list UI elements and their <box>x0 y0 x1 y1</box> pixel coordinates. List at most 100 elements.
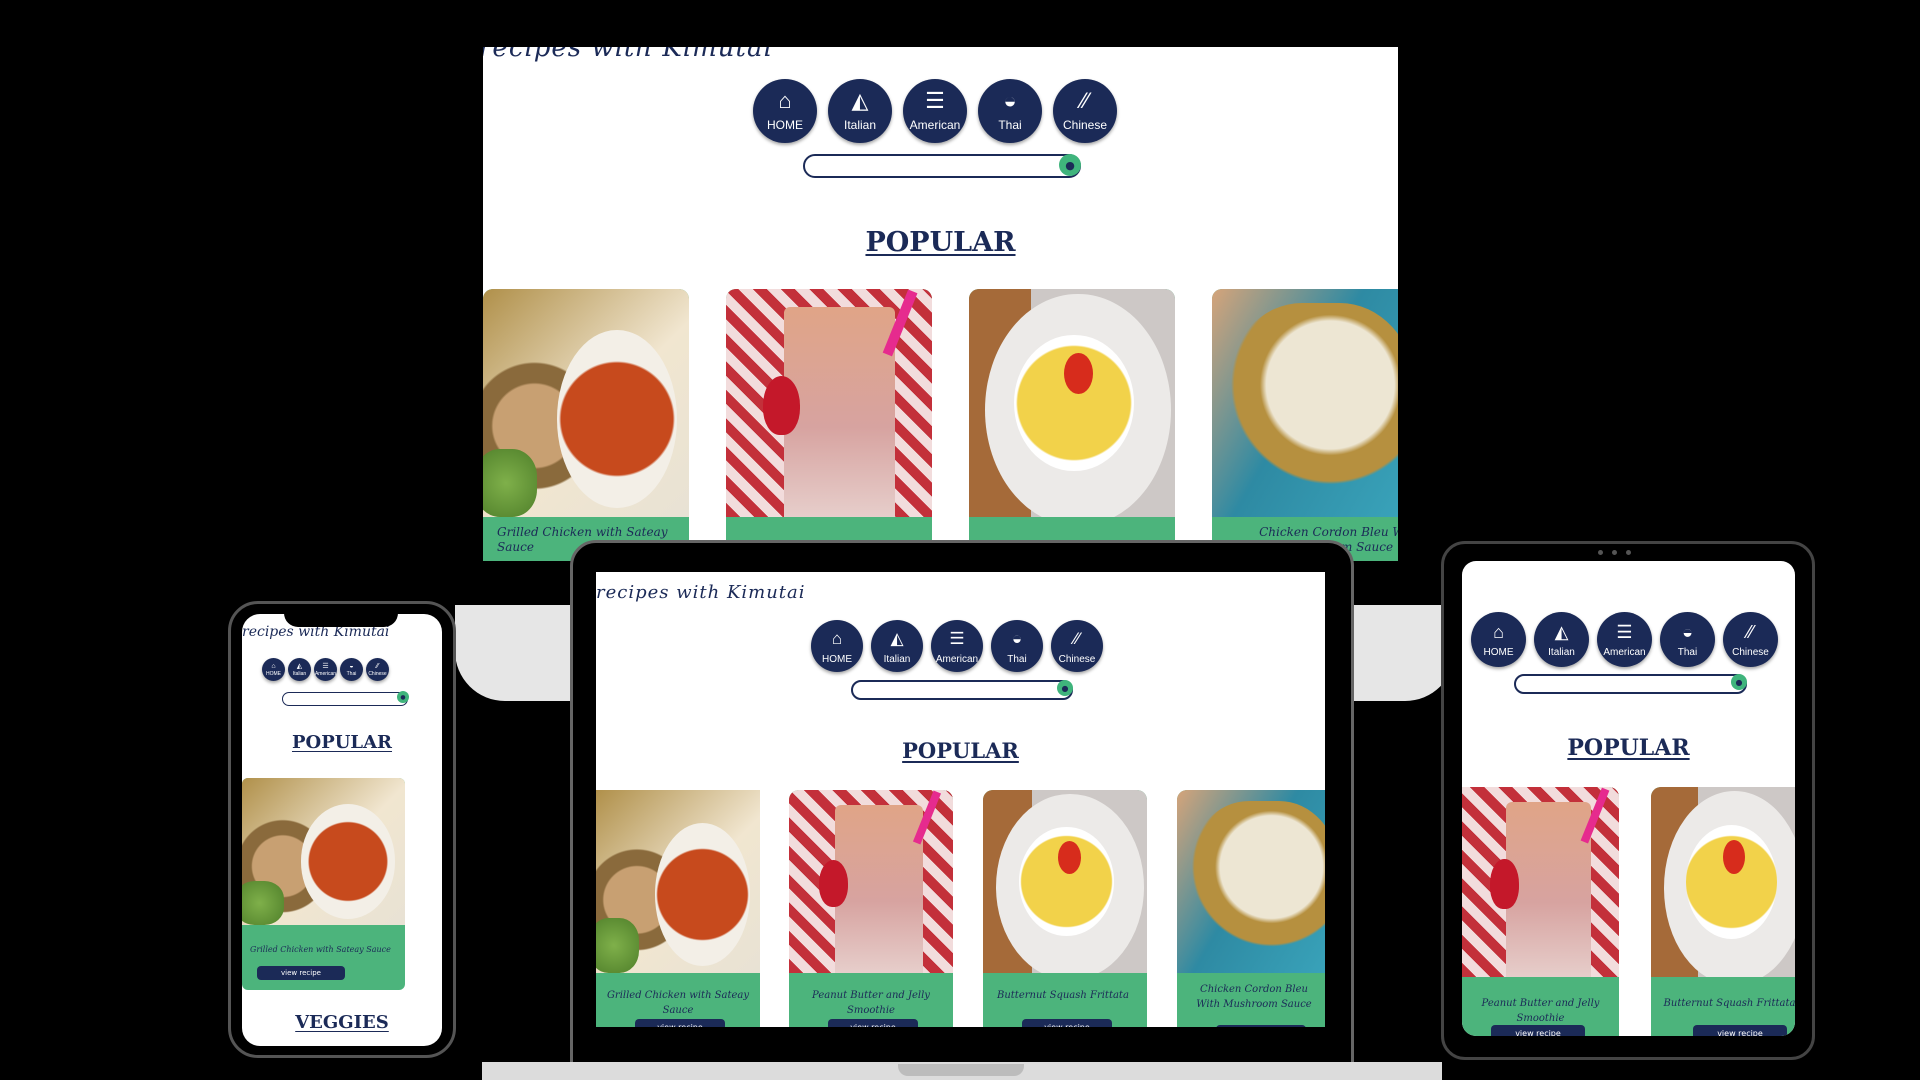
recipe-card[interactable]: Chicken Cordon Bleu With Mushroom Sauce … <box>1177 790 1325 1027</box>
laptop-notch <box>898 1064 1024 1076</box>
popular-heading: POPULAR <box>291 732 393 753</box>
phone-screen: recipes with Kimutai ⌂ HOME ◭ Italian ☰ Ame… <box>242 614 442 1046</box>
category-nav: ⌂ HOME ◭ Italian ☰ American ◒ Thai ⁄⁄ Chinese <box>262 658 389 681</box>
pizza-icon: ◭ <box>851 88 869 113</box>
desktop-site: recipes with Kimutai ⌂ HOME ◭ Italian ☰ Ame… <box>483 47 1398 561</box>
search-input[interactable]: ● <box>851 680 1073 700</box>
nav-american[interactable]: ☰ American <box>314 658 337 681</box>
nav-thai-label: Thai <box>346 670 357 677</box>
nav-chinese[interactable]: ⁄⁄ Chinese <box>1053 79 1117 143</box>
nav-home-label: HOME <box>266 670 281 677</box>
nav-american[interactable]: ☰ American <box>1597 612 1652 667</box>
tablet-sensor <box>1612 550 1617 555</box>
nav-italian[interactable]: ◭ Italian <box>828 79 892 143</box>
recipe-card[interactable]: Grilled Chicken with Sateay Sauce view r… <box>596 790 760 1027</box>
noodle-bowl-icon: ◒ <box>1011 628 1023 648</box>
pizza-icon: ◭ <box>1554 622 1569 642</box>
nav-chinese[interactable]: ⁄⁄ Chinese <box>1723 612 1778 667</box>
search-icon: ● <box>1065 158 1075 172</box>
recipe-image[interactable] <box>596 790 760 973</box>
search-input[interactable]: ● <box>803 154 1081 178</box>
chopsticks-icon: ⁄⁄ <box>1074 628 1080 648</box>
search-button[interactable]: ● <box>1057 680 1073 696</box>
recipe-card[interactable] <box>969 289 1175 561</box>
nav-chinese-label: Chinese <box>1732 647 1769 658</box>
view-recipe-button[interactable]: view recipe <box>1216 1025 1306 1027</box>
burger-icon: ☰ <box>925 88 945 113</box>
nav-thai[interactable]: ◒ Thai <box>1660 612 1715 667</box>
nav-italian-label: Italian <box>883 653 911 665</box>
nav-american[interactable]: ☰ American <box>931 620 983 672</box>
view-recipe-button[interactable]: view recipe <box>257 966 345 980</box>
search-button[interactable]: ● <box>1731 674 1747 690</box>
recipe-card[interactable] <box>726 289 932 561</box>
nav-home-label: HOME <box>822 653 852 665</box>
category-nav: ⌂ HOME ◭ Italian ☰ American ◒ Thai ⁄⁄ Chinese <box>753 79 1117 143</box>
view-recipe-button[interactable]: view recipe <box>635 1019 725 1027</box>
home-icon: ⌂ <box>778 88 792 113</box>
nav-home[interactable]: ⌂ HOME <box>1471 612 1526 667</box>
recipe-card[interactable]: Grilled Chicken with Sateay Sauce <box>483 289 689 561</box>
home-icon: ⌂ <box>831 628 843 648</box>
nav-american-label: American <box>935 653 979 665</box>
recipe-card[interactable]: Butternut Squash Frittata view recipe <box>983 790 1147 1027</box>
recipe-card[interactable]: Peanut Butter and Jelly Smoothie view re… <box>1462 787 1619 1036</box>
recipe-image[interactable] <box>789 790 953 973</box>
recipe-card[interactable]: Chicken Cordon Bleu With Mushroom Sauce <box>1212 289 1398 561</box>
view-recipe-button[interactable]: view recipe <box>828 1019 918 1027</box>
recipe-card[interactable]: Peanut Butter and Jelly Smoothie view re… <box>789 790 953 1027</box>
recipe-card[interactable]: Butternut Squash Frittata view recipe <box>1651 787 1795 1036</box>
recipe-image[interactable] <box>242 778 405 925</box>
noodle-bowl-icon: ◒ <box>349 662 354 670</box>
nav-home[interactable]: ⌂ HOME <box>811 620 863 672</box>
nav-home[interactable]: ⌂ HOME <box>753 79 817 143</box>
view-recipe-button[interactable]: view recipe <box>1022 1019 1112 1027</box>
brand-logo[interactable]: recipes with Kimutai <box>596 582 806 603</box>
search-input[interactable]: ● <box>282 691 409 706</box>
category-nav: ⌂ HOME ◭ Italian ☰ American ◒ Thai ⁄⁄ Chinese <box>811 620 1103 672</box>
nav-chinese-label: Chinese <box>1058 653 1096 665</box>
laptop-screen: recipes with Kimutai ⌂ HOME ◭ Italian ☰ Ame… <box>596 572 1325 1027</box>
nav-italian[interactable]: ◭ Italian <box>288 658 311 681</box>
burger-icon: ☰ <box>322 662 329 670</box>
recipe-card[interactable]: Grilled Chicken with Sateay Sauce view r… <box>242 778 405 990</box>
recipe-image[interactable] <box>983 790 1147 973</box>
recipe-title: Grilled Chicken with Sateay Sauce <box>606 990 750 1016</box>
recipe-image[interactable] <box>483 289 689 517</box>
nav-home-label: HOME <box>1483 647 1514 658</box>
nav-american-label: American <box>1603 647 1646 658</box>
nav-chinese-label: Chinese <box>1062 118 1108 132</box>
veggies-heading: VEGGIES <box>295 1012 389 1033</box>
recipe-image[interactable] <box>1177 790 1325 973</box>
search-input[interactable]: ● <box>1514 674 1747 694</box>
nav-home-label: HOME <box>767 118 803 132</box>
nav-american[interactable]: ☰ American <box>903 79 967 143</box>
nav-chinese[interactable]: ⁄⁄ Chinese <box>1051 620 1103 672</box>
recipe-image[interactable] <box>969 289 1175 517</box>
nav-thai[interactable]: ◒ Thai <box>991 620 1043 672</box>
nav-home[interactable]: ⌂ HOME <box>262 658 285 681</box>
pizza-icon: ◭ <box>890 628 904 648</box>
nav-italian[interactable]: ◭ Italian <box>1534 612 1589 667</box>
search-button[interactable]: ● <box>397 691 409 703</box>
recipe-image[interactable] <box>1462 787 1619 977</box>
nav-thai-label: Thai <box>1677 647 1698 658</box>
recipe-image[interactable] <box>1651 787 1795 977</box>
phone-notch <box>284 605 398 627</box>
popular-heading: POPULAR <box>865 227 1016 258</box>
view-recipe-button[interactable]: view recipe <box>1693 1025 1787 1036</box>
nav-american-label: American <box>314 670 337 677</box>
burger-icon: ☰ <box>949 628 965 648</box>
nav-italian[interactable]: ◭ Italian <box>871 620 923 672</box>
popular-heading: POPULAR <box>902 738 1019 763</box>
tablet-camera <box>1598 550 1603 555</box>
search-button[interactable]: ● <box>1059 154 1081 176</box>
nav-thai[interactable]: ◒ Thai <box>978 79 1042 143</box>
brand-logo[interactable]: recipes with Kimutai <box>483 47 773 63</box>
nav-thai[interactable]: ◒ Thai <box>340 658 363 681</box>
nav-chinese[interactable]: ⁄⁄ Chinese <box>366 658 389 681</box>
chopsticks-icon: ⁄⁄ <box>376 662 379 670</box>
recipe-image[interactable] <box>726 289 932 517</box>
recipe-image[interactable] <box>1212 289 1398 517</box>
view-recipe-button[interactable]: view recipe <box>1491 1025 1585 1036</box>
